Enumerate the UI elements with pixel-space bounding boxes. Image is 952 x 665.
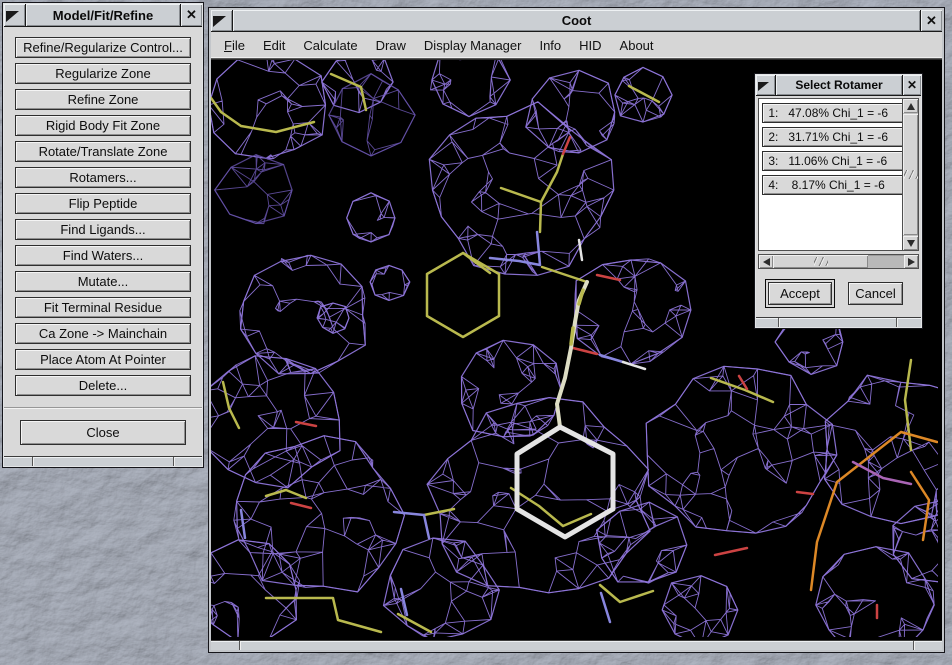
rotamer-option[interactable]: 3: 11.06% Chi_1 = -6: [762, 151, 903, 171]
dialog-actions: Accept Cancel: [756, 269, 921, 317]
cancel-button[interactable]: Cancel: [848, 282, 903, 305]
resize-notch: [32, 457, 33, 466]
menu-item[interactable]: Info: [530, 38, 570, 53]
scroll-down-icon[interactable]: [903, 236, 918, 250]
window-menu-icon: [6, 11, 19, 22]
model-fit-refine-button[interactable]: Flip Peptide: [15, 193, 191, 214]
rotamer-option[interactable]: 4: 8.17% Chi_1 = -6: [762, 175, 903, 195]
vertical-scrollbar[interactable]: [903, 98, 919, 251]
model-fit-refine-button[interactable]: Rotate/Translate Zone: [15, 141, 191, 162]
resize-notch: [896, 318, 897, 327]
menu-item[interactable]: About: [611, 38, 663, 53]
window-menu-icon: [758, 82, 769, 91]
resize-strip[interactable]: [211, 640, 942, 650]
resize-notch: [239, 641, 240, 650]
window-menu-button[interactable]: [756, 75, 776, 95]
scroll-left-icon[interactable]: [759, 255, 773, 268]
menubar: FileEditCalculateDrawDisplay ManagerInfo…: [211, 32, 942, 59]
resize-notch: [778, 318, 779, 327]
window-menu-button[interactable]: [211, 10, 233, 31]
rotamer-list-frame: 1: 47.08% Chi_1 = -6 2: 31.71% Chi_1 = -…: [758, 98, 919, 251]
model-fit-refine-button[interactable]: Find Ligands...: [15, 219, 191, 240]
rotamer-option[interactable]: 2: 31.71% Chi_1 = -6: [762, 127, 903, 147]
rotamer-list: 1: 47.08% Chi_1 = -6 2: 31.71% Chi_1 = -…: [758, 98, 903, 251]
model-fit-refine-button[interactable]: Refine Zone: [15, 89, 191, 110]
close-button[interactable]: Close: [20, 420, 186, 445]
close-icon[interactable]: ✕: [180, 4, 202, 26]
model-fit-refine-button[interactable]: Find Waters...: [15, 245, 191, 266]
desktop: Coot ✕ FileEditCalculateDrawDisplay Mana…: [0, 0, 952, 665]
resize-notch: [173, 457, 174, 466]
menu-item[interactable]: Edit: [254, 38, 294, 53]
menu-item[interactable]: Calculate: [294, 38, 366, 53]
thumb-grip: [904, 170, 918, 179]
accept-button[interactable]: Accept: [768, 282, 832, 305]
window-title: Coot: [233, 10, 920, 31]
model-fit-refine-button[interactable]: Regularize Zone: [15, 63, 191, 84]
close-icon[interactable]: ✕: [902, 75, 921, 95]
window-title: Select Rotamer: [776, 75, 902, 95]
mfr-titlebar: Model/Fit/Refine ✕: [4, 4, 202, 27]
close-icon[interactable]: ✕: [920, 10, 942, 31]
thumb-grip: [814, 257, 828, 266]
model-fit-refine-button[interactable]: Rigid Body Fit Zone: [15, 115, 191, 136]
model-fit-refine-button[interactable]: Fit Terminal Residue: [15, 297, 191, 318]
scroll-up-icon[interactable]: [903, 99, 918, 113]
scrollbar-thumb[interactable]: [903, 114, 918, 235]
coot-titlebar: Coot ✕: [211, 10, 942, 32]
resize-notch: [913, 641, 914, 650]
mfr-footer: Close: [4, 408, 202, 456]
menu-item[interactable]: Display Manager: [415, 38, 531, 53]
model-fit-refine-button[interactable]: Mutate...: [15, 271, 191, 292]
scroll-right-icon[interactable]: [904, 255, 918, 268]
menu-item[interactable]: HID: [570, 38, 610, 53]
scrollbar-trough[interactable]: [868, 255, 904, 268]
model-fit-refine-button[interactable]: Delete...: [15, 375, 191, 396]
menu-item[interactable]: Draw: [367, 38, 415, 53]
rotamer-option[interactable]: 1: 47.08% Chi_1 = -6: [762, 103, 903, 123]
resize-strip[interactable]: [4, 456, 202, 466]
model-fit-refine-window: Model/Fit/Refine ✕ Refine/Regularize Con…: [3, 3, 203, 467]
model-fit-refine-button[interactable]: Refine/Regularize Control...: [15, 37, 191, 58]
menu-item[interactable]: File: [215, 38, 254, 53]
horizontal-scrollbar[interactable]: [758, 254, 919, 269]
model-fit-refine-button[interactable]: Rotamers...: [15, 167, 191, 188]
rotamer-titlebar: Select Rotamer ✕: [756, 75, 921, 96]
resize-strip[interactable]: [756, 317, 921, 327]
window-menu-button[interactable]: [4, 4, 26, 26]
select-rotamer-dialog: Select Rotamer ✕ 1: 47.08% Chi_1 = -6 2:…: [755, 74, 922, 328]
model-fit-refine-button[interactable]: Ca Zone -> Mainchain: [15, 323, 191, 344]
window-title: Model/Fit/Refine: [26, 4, 180, 26]
mfr-button-panel: Refine/Regularize Control... Regularize Z…: [4, 27, 202, 408]
window-menu-icon: [213, 16, 226, 27]
model-fit-refine-button[interactable]: Place Atom At Pointer: [15, 349, 191, 370]
scrollbar-thumb[interactable]: [773, 255, 868, 268]
default-button-ring: Accept: [765, 279, 835, 308]
